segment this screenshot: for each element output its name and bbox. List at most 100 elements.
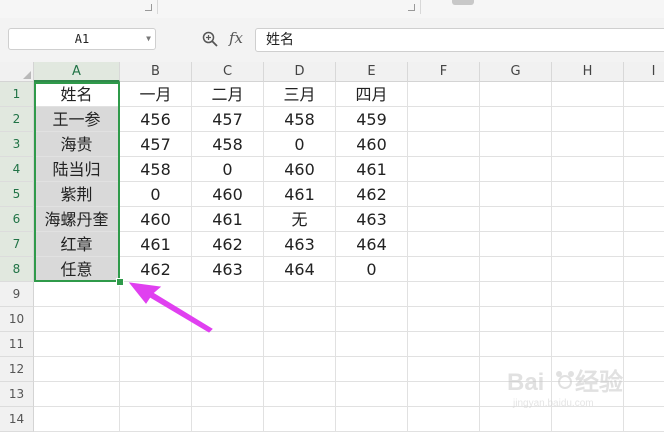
cell-d12[interactable] <box>264 357 336 382</box>
cell-c2[interactable]: 457 <box>192 107 264 132</box>
column-header-f[interactable]: F <box>408 62 480 82</box>
cell-b1[interactable]: 一月 <box>120 82 192 107</box>
cell-d10[interactable] <box>264 307 336 332</box>
cell-e2[interactable]: 459 <box>336 107 408 132</box>
cell-a3[interactable]: 海贵 <box>34 132 120 157</box>
cell-c10[interactable] <box>192 307 264 332</box>
row-header-11[interactable]: 11 <box>0 332 34 357</box>
column-header-e[interactable]: E <box>336 62 408 82</box>
cell-d11[interactable] <box>264 332 336 357</box>
cell-e12[interactable] <box>336 357 408 382</box>
cell-f1[interactable] <box>408 82 480 107</box>
cell-b6[interactable]: 460 <box>120 207 192 232</box>
cell-c1[interactable]: 二月 <box>192 82 264 107</box>
cell-e13[interactable] <box>336 382 408 407</box>
cell-i9[interactable] <box>624 282 664 307</box>
chevron-down-icon[interactable]: ▼ <box>146 29 151 49</box>
cell-i11[interactable] <box>624 332 664 357</box>
cell-c13[interactable] <box>192 382 264 407</box>
cell-c3[interactable]: 458 <box>192 132 264 157</box>
cell-b7[interactable]: 461 <box>120 232 192 257</box>
row-header-1[interactable]: 1 <box>0 82 34 107</box>
cell-d6[interactable]: 无 <box>264 207 336 232</box>
row-header-7[interactable]: 7 <box>0 232 34 257</box>
cell-c6[interactable]: 461 <box>192 207 264 232</box>
cell-g10[interactable] <box>480 307 552 332</box>
cell-e4[interactable]: 461 <box>336 157 408 182</box>
cell-e8[interactable]: 0 <box>336 257 408 282</box>
cell-b11[interactable] <box>120 332 192 357</box>
cell-b2[interactable]: 456 <box>120 107 192 132</box>
cell-e11[interactable] <box>336 332 408 357</box>
cell-i6[interactable] <box>624 207 664 232</box>
cell-h8[interactable] <box>552 257 624 282</box>
cell-h14[interactable] <box>552 407 624 432</box>
row-header-14[interactable]: 14 <box>0 407 34 432</box>
cell-f12[interactable] <box>408 357 480 382</box>
cell-h2[interactable] <box>552 107 624 132</box>
cell-g4[interactable] <box>480 157 552 182</box>
cell-d8[interactable]: 464 <box>264 257 336 282</box>
name-box[interactable]: A1 ▼ <box>8 28 156 50</box>
cell-d7[interactable]: 463 <box>264 232 336 257</box>
cell-a10[interactable] <box>34 307 120 332</box>
cell-b5[interactable]: 0 <box>120 182 192 207</box>
cell-f2[interactable] <box>408 107 480 132</box>
cell-i7[interactable] <box>624 232 664 257</box>
cell-i8[interactable] <box>624 257 664 282</box>
cell-e10[interactable] <box>336 307 408 332</box>
cell-e3[interactable]: 460 <box>336 132 408 157</box>
cell-a8[interactable]: 任意 <box>34 257 120 282</box>
cell-f13[interactable] <box>408 382 480 407</box>
cell-c14[interactable] <box>192 407 264 432</box>
cell-f3[interactable] <box>408 132 480 157</box>
cell-b10[interactable] <box>120 307 192 332</box>
cell-b12[interactable] <box>120 357 192 382</box>
fill-handle-icon[interactable] <box>116 278 124 286</box>
cell-d5[interactable]: 461 <box>264 182 336 207</box>
row-header-3[interactable]: 3 <box>0 132 34 157</box>
cell-g8[interactable] <box>480 257 552 282</box>
cell-a12[interactable] <box>34 357 120 382</box>
cell-g9[interactable] <box>480 282 552 307</box>
row-header-8[interactable]: 8 <box>0 257 34 282</box>
cell-g1[interactable] <box>480 82 552 107</box>
cell-a7[interactable]: 红章 <box>34 232 120 257</box>
cell-i4[interactable] <box>624 157 664 182</box>
cell-b9[interactable] <box>120 282 192 307</box>
cell-c11[interactable] <box>192 332 264 357</box>
row-header-5[interactable]: 5 <box>0 182 34 207</box>
cell-f11[interactable] <box>408 332 480 357</box>
cell-a1[interactable]: 姓名 <box>34 82 120 107</box>
ribbon-scroll-knob[interactable] <box>452 0 474 5</box>
cell-a13[interactable] <box>34 382 120 407</box>
cell-d3[interactable]: 0 <box>264 132 336 157</box>
cell-g5[interactable] <box>480 182 552 207</box>
cell-g6[interactable] <box>480 207 552 232</box>
cell-a6[interactable]: 海螺丹奎 <box>34 207 120 232</box>
cell-i14[interactable] <box>624 407 664 432</box>
cell-h4[interactable] <box>552 157 624 182</box>
cell-f6[interactable] <box>408 207 480 232</box>
cell-c5[interactable]: 460 <box>192 182 264 207</box>
cell-d13[interactable] <box>264 382 336 407</box>
select-all-corner[interactable] <box>0 62 34 82</box>
cell-c9[interactable] <box>192 282 264 307</box>
cell-a11[interactable] <box>34 332 120 357</box>
cell-f4[interactable] <box>408 157 480 182</box>
cell-b3[interactable]: 457 <box>120 132 192 157</box>
cell-h1[interactable] <box>552 82 624 107</box>
cell-a14[interactable] <box>34 407 120 432</box>
cell-i10[interactable] <box>624 307 664 332</box>
cell-h7[interactable] <box>552 232 624 257</box>
cell-h10[interactable] <box>552 307 624 332</box>
cell-f9[interactable] <box>408 282 480 307</box>
cell-d4[interactable]: 460 <box>264 157 336 182</box>
cell-e9[interactable] <box>336 282 408 307</box>
insert-function-button[interactable]: fx <box>229 29 243 47</box>
column-header-g[interactable]: G <box>480 62 552 82</box>
row-header-10[interactable]: 10 <box>0 307 34 332</box>
cell-h9[interactable] <box>552 282 624 307</box>
column-header-i[interactable]: I <box>624 62 664 82</box>
cell-i3[interactable] <box>624 132 664 157</box>
